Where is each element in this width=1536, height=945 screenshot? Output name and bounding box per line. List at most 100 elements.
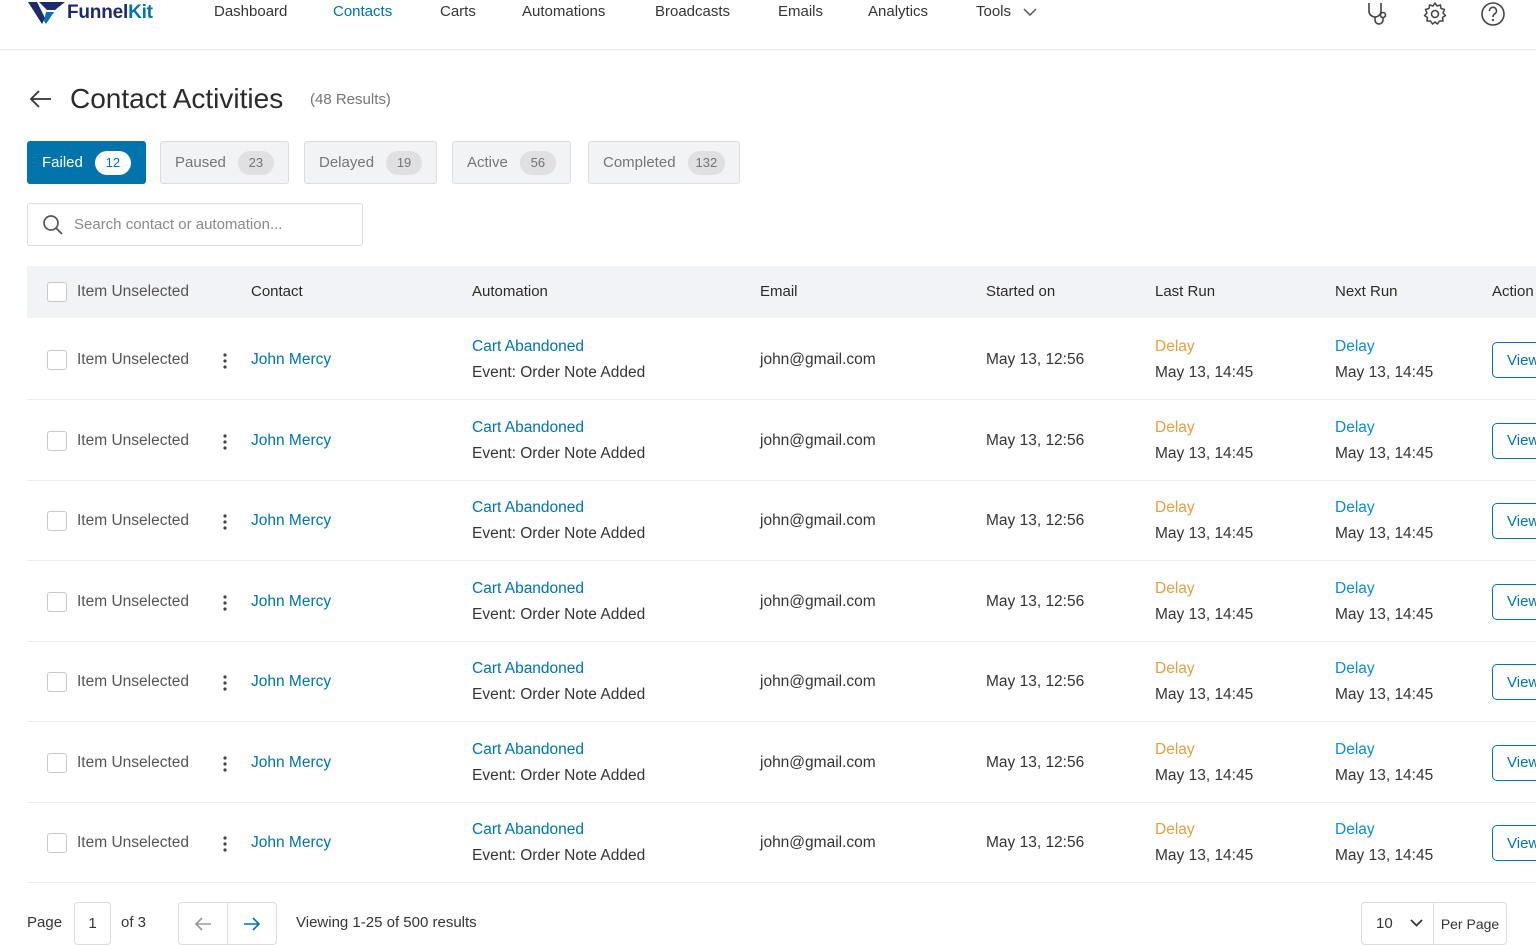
contact-name-link[interactable]: John Mercy	[251, 754, 331, 772]
started-on: May 13, 12:56	[986, 592, 1085, 610]
table-row: Item Unselected John Mercy Cart Abandone…	[27, 400, 1536, 481]
back-arrow-icon[interactable]	[28, 86, 54, 112]
row-checkbox[interactable]	[47, 833, 67, 853]
tab-failed[interactable]: Failed 12	[27, 141, 146, 184]
contact-name-link[interactable]: John Mercy	[251, 512, 331, 530]
row-select-label: Item Unselected	[77, 592, 189, 610]
row-checkbox[interactable]	[47, 672, 67, 692]
more-options-icon[interactable]	[217, 672, 233, 694]
nav-contacts[interactable]: Contacts	[333, 3, 392, 20]
next-page-button[interactable]	[228, 903, 277, 944]
select-all-label: Item Unselected	[77, 283, 189, 300]
more-options-icon[interactable]	[217, 431, 233, 453]
brand-name: FunnelKit	[67, 2, 153, 24]
automation-link[interactable]: Cart Abandoned	[472, 741, 584, 759]
brand-name-accent: Kit	[128, 2, 153, 23]
more-options-icon[interactable]	[217, 833, 233, 855]
automation-link[interactable]: Cart Abandoned	[472, 580, 584, 598]
tab-paused[interactable]: Paused 23	[160, 141, 289, 184]
tab-active[interactable]: Active 56	[452, 141, 571, 184]
view-button[interactable]: View	[1492, 422, 1536, 459]
last-run-status: Delay	[1155, 821, 1195, 838]
last-run-status: Delay	[1155, 579, 1195, 597]
tab-label: Delayed	[319, 154, 375, 171]
table-row: Item Unselected John Mercy Cart Abandone…	[27, 561, 1536, 642]
automation-link[interactable]: Cart Abandoned	[472, 660, 584, 678]
started-on: May 13, 12:56	[986, 351, 1085, 368]
automation-event: Event: Order Note Added	[472, 525, 646, 542]
row-checkbox[interactable]	[47, 591, 67, 612]
funnelkit-logo[interactable]: FunnelKit	[27, 1, 153, 25]
table-row: Item Unselected John Mercy Cart Abandone…	[27, 481, 1536, 561]
contact-name-link[interactable]: John Mercy	[251, 593, 331, 611]
tab-completed[interactable]: Completed 132	[588, 141, 741, 184]
view-button[interactable]: View	[1492, 583, 1536, 620]
current-page-input[interactable]: 1	[74, 902, 111, 945]
stethoscope-icon[interactable]	[1363, 0, 1391, 28]
column-header-started-on[interactable]: Started on	[986, 283, 1055, 300]
select-all-checkbox[interactable]	[47, 282, 67, 302]
column-header-action: Action	[1492, 283, 1534, 300]
column-header-email[interactable]: Email	[760, 283, 798, 300]
contact-email: john@gmail.com	[760, 512, 876, 529]
row-checkbox[interactable]	[47, 752, 67, 773]
per-page-select[interactable]: 10	[1362, 903, 1434, 944]
last-run-time: May 13, 14:45	[1155, 525, 1254, 542]
arrow-left-icon	[194, 916, 211, 931]
contact-name-link[interactable]: John Mercy	[251, 432, 331, 450]
last-run-status: Delay	[1155, 338, 1195, 355]
contact-name-link[interactable]: John Mercy	[251, 673, 331, 691]
view-button[interactable]: View	[1492, 744, 1536, 781]
funnelkit-logo-icon	[28, 2, 65, 24]
tab-label: Completed	[603, 154, 676, 171]
more-options-icon[interactable]	[217, 350, 233, 372]
previous-page-button[interactable]	[179, 903, 228, 944]
row-checkbox[interactable]	[47, 430, 67, 451]
started-on: May 13, 12:56	[986, 431, 1085, 449]
per-page-control: 10 Per Page	[1361, 902, 1507, 945]
automation-link[interactable]: Cart Abandoned	[472, 821, 584, 839]
tab-label: Paused	[175, 154, 226, 171]
tab-label: Failed	[42, 154, 83, 171]
row-checkbox[interactable]	[47, 511, 67, 531]
view-button[interactable]: View	[1492, 503, 1536, 539]
more-options-icon[interactable]	[217, 753, 233, 775]
help-icon[interactable]	[1479, 0, 1507, 28]
view-button[interactable]: View	[1492, 342, 1536, 378]
total-pages-label: of 3	[121, 914, 147, 931]
contact-email: john@gmail.com	[760, 753, 876, 771]
tab-count-badge: 56	[519, 150, 556, 175]
column-header-contact[interactable]: Contact	[251, 283, 303, 300]
nav-tools-label: Tools	[976, 3, 1012, 20]
column-header-last-run[interactable]: Last Run	[1155, 283, 1215, 300]
nav-broadcasts[interactable]: Broadcasts	[655, 3, 730, 20]
top-navigation-bar: FunnelKit Dashboard Contacts Carts Autom…	[0, 0, 1536, 50]
automation-link[interactable]: Cart Abandoned	[472, 338, 584, 356]
row-checkbox[interactable]	[47, 350, 67, 370]
column-header-automation[interactable]: Automation	[472, 283, 548, 300]
more-options-icon[interactable]	[217, 511, 233, 533]
contact-name-link[interactable]: John Mercy	[251, 351, 331, 369]
automation-event: Event: Order Note Added	[472, 364, 646, 381]
nav-automations[interactable]: Automations	[522, 3, 605, 20]
automation-link[interactable]: Cart Abandoned	[472, 499, 584, 517]
more-options-icon[interactable]	[217, 592, 233, 614]
view-button[interactable]: View	[1492, 664, 1536, 700]
automation-link[interactable]: Cart Abandoned	[472, 419, 584, 437]
results-count: (48 Results)	[310, 91, 391, 108]
gear-icon[interactable]	[1421, 0, 1449, 28]
tab-delayed[interactable]: Delayed 19	[304, 141, 438, 184]
contact-name-link[interactable]: John Mercy	[251, 834, 331, 852]
nav-carts[interactable]: Carts	[440, 3, 476, 20]
view-button[interactable]: View	[1492, 825, 1536, 861]
nav-tools[interactable]: Tools	[976, 3, 1037, 20]
next-run-status: Delay	[1335, 499, 1375, 516]
column-header-next-run[interactable]: Next Run	[1335, 283, 1398, 300]
next-run-time: May 13, 14:45	[1335, 686, 1434, 703]
nav-dashboard[interactable]: Dashboard	[214, 3, 287, 20]
last-run-status: Delay	[1155, 499, 1195, 516]
search-input[interactable]	[74, 216, 344, 233]
nav-analytics[interactable]: Analytics	[868, 3, 928, 20]
contact-email: john@gmail.com	[760, 834, 876, 851]
nav-emails[interactable]: Emails	[778, 3, 823, 20]
